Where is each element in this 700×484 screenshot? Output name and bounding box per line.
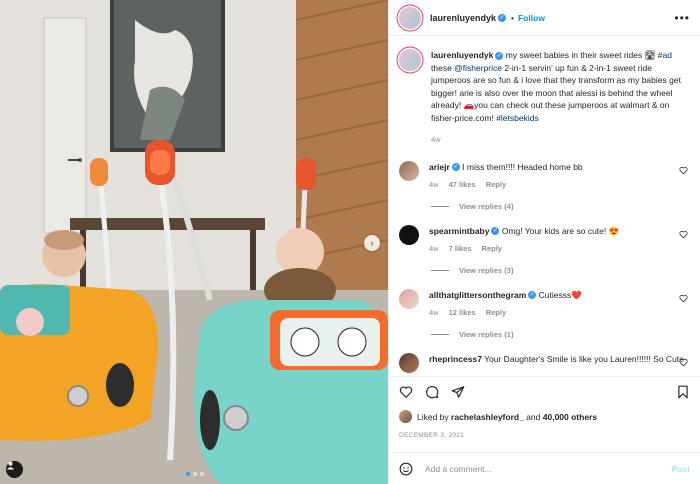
reply-button[interactable]: Reply bbox=[486, 179, 506, 192]
comment-text: Cutiesss❤️ bbox=[538, 289, 582, 300]
verified-badge-icon: ✓ bbox=[451, 163, 460, 172]
share-icon[interactable] bbox=[451, 385, 465, 399]
view-replies-button[interactable]: View replies (3) bbox=[431, 266, 690, 275]
hashtag-letsbekids-link[interactable]: #letsbekids bbox=[496, 113, 539, 123]
verified-badge-icon: ✓ bbox=[495, 51, 504, 60]
header-separator: • bbox=[511, 12, 515, 23]
caption-avatar[interactable] bbox=[399, 49, 421, 71]
comment-item: spearmintbaby ✓ Omg! Your kids are so cut… bbox=[399, 224, 690, 256]
post-comment-button[interactable]: Post bbox=[672, 464, 690, 474]
verified-badge-icon: ✓ bbox=[498, 13, 507, 22]
comment-heart-icon[interactable] bbox=[679, 358, 688, 367]
emoji-icon[interactable] bbox=[399, 462, 413, 476]
caption-username[interactable]: laurenluyendyk bbox=[431, 50, 493, 60]
add-comment-bar: Post bbox=[389, 452, 700, 484]
hashtag-ad-link[interactable]: #ad bbox=[658, 50, 672, 60]
more-options-icon[interactable]: ••• bbox=[674, 11, 690, 25]
comment-likes[interactable]: 47 likes bbox=[449, 179, 476, 192]
caption-time[interactable]: 4w bbox=[431, 134, 441, 147]
comment-likes[interactable]: 7 likes bbox=[449, 243, 472, 256]
commenter-username[interactable]: allthatglittersonthegram bbox=[429, 290, 526, 300]
caption-text: my sweet babies in their sweet rides 🛣 bbox=[505, 50, 658, 60]
liked-by-prefix: Liked by bbox=[417, 411, 449, 422]
reply-button[interactable]: Reply bbox=[486, 307, 506, 320]
comment-text: Your Daughter's Smile is like you Lauren… bbox=[484, 353, 684, 364]
follow-button[interactable]: Follow bbox=[518, 13, 545, 23]
comment-time[interactable]: 4w bbox=[429, 243, 439, 256]
post-panel: laurenluyendyk ✓ • Follow ••• laurenluye… bbox=[388, 0, 700, 484]
commenter-username[interactable]: spearmintbaby bbox=[429, 226, 489, 236]
reply-button[interactable]: Reply bbox=[482, 243, 502, 256]
carousel-dot bbox=[200, 472, 204, 476]
liked-by-middle: and bbox=[526, 411, 541, 422]
comment-text: Omg! Your kids are so cute! 😍 bbox=[501, 225, 620, 236]
comment-time[interactable]: 4w bbox=[429, 179, 439, 192]
commenter-avatar[interactable] bbox=[399, 224, 419, 245]
author-avatar[interactable] bbox=[399, 6, 421, 29]
verified-badge-icon: ✓ bbox=[528, 291, 537, 300]
comment-icon[interactable] bbox=[425, 385, 439, 399]
commenter-avatar[interactable] bbox=[399, 352, 419, 373]
post-header: laurenluyendyk ✓ • Follow ••• bbox=[389, 0, 700, 36]
comment-item: ariejr ✓ I miss them!!!! Headed home bb 4… bbox=[399, 160, 690, 192]
verified-badge-icon: ✓ bbox=[491, 227, 500, 236]
comments-section[interactable]: laurenluyendyk ✓ my sweet babies in their… bbox=[389, 37, 700, 376]
view-replies-button[interactable]: View replies (1) bbox=[431, 330, 690, 339]
author-username[interactable]: laurenluyendyk bbox=[430, 13, 496, 23]
comment-likes[interactable]: 12 likes bbox=[449, 307, 476, 320]
caption: laurenluyendyk ✓ my sweet babies in their… bbox=[399, 49, 690, 147]
commenter-avatar[interactable] bbox=[399, 288, 419, 309]
comment-item: rheprincess7 Your Daughter's Smile is li… bbox=[399, 352, 690, 373]
carousel-indicator bbox=[186, 472, 204, 476]
heart-icon[interactable] bbox=[399, 385, 413, 399]
post-actions: Liked by rachelashleyford_ and 40,000 ot… bbox=[389, 376, 700, 452]
mention-fisherprice-link[interactable]: @fisherprice bbox=[454, 63, 502, 73]
liker-username[interactable]: rachelashleyford_ bbox=[451, 412, 524, 422]
comment-text: I miss them!!!! Headed home bb bbox=[462, 161, 583, 172]
bookmark-icon[interactable] bbox=[676, 385, 690, 399]
liker-avatar[interactable] bbox=[399, 410, 412, 423]
caption-text: these bbox=[431, 62, 455, 73]
comment-time[interactable]: 4w bbox=[429, 307, 439, 320]
post-image-illustration bbox=[0, 0, 388, 484]
carousel-next-button[interactable]: › bbox=[364, 235, 380, 251]
commenter-username[interactable]: rheprincess7 bbox=[429, 354, 482, 364]
commenter-avatar[interactable] bbox=[399, 160, 419, 181]
comment-item: allthatglittersonthegram ✓ Cutiesss❤️ 4w 1… bbox=[399, 288, 690, 320]
comment-heart-icon[interactable] bbox=[679, 294, 688, 303]
likes-count-link[interactable]: 40,000 others bbox=[543, 412, 597, 422]
user-tag-icon[interactable] bbox=[6, 461, 23, 478]
commenter-username[interactable]: ariejr bbox=[429, 162, 450, 172]
comment-heart-icon[interactable] bbox=[679, 230, 688, 239]
liked-by: Liked by rachelashleyford_ and 40,000 ot… bbox=[399, 410, 690, 423]
comment-heart-icon[interactable] bbox=[679, 166, 688, 175]
comment-input[interactable] bbox=[425, 463, 672, 474]
view-replies-button[interactable]: View replies (4) bbox=[431, 202, 690, 211]
carousel-dot bbox=[186, 472, 190, 476]
post-date[interactable]: DECEMBER 3, 2021 bbox=[399, 432, 690, 439]
carousel-dot bbox=[193, 472, 197, 476]
post-photo[interactable]: › bbox=[0, 0, 388, 484]
